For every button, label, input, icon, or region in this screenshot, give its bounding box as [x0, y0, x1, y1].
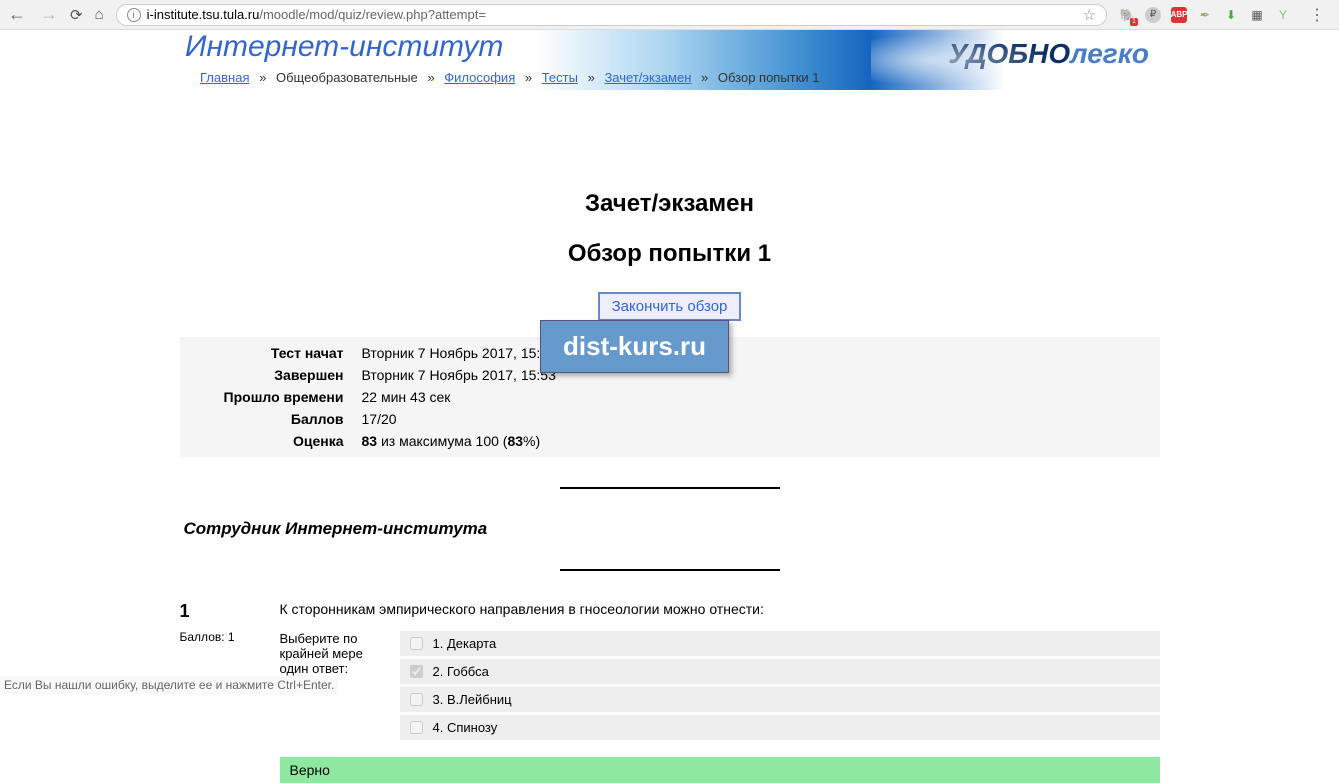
- answer-checkbox[interactable]: [410, 665, 423, 678]
- answer-label: 3. В.Лейбниц: [433, 692, 512, 707]
- evernote-icon[interactable]: 🐘: [1119, 7, 1135, 23]
- answer-option: 1. Декарта: [400, 631, 1160, 656]
- home-button[interactable]: ⌂: [95, 6, 104, 23]
- answer-checkbox[interactable]: [410, 721, 423, 734]
- page-title-2: Обзор попытки 1: [180, 240, 1160, 268]
- y-icon[interactable]: Y: [1275, 7, 1291, 23]
- question-number: 1: [180, 601, 260, 622]
- table-row: Оценка83 из максимума 100 (83%): [182, 431, 1158, 451]
- answer-label: 1. Декарта: [433, 636, 497, 651]
- back-button[interactable]: ←: [8, 4, 26, 25]
- answer-options: 1. Декарта 2. Гоббса 3. В.Лейбниц 4. Спиноз…: [400, 631, 1160, 743]
- page-title-1: Зачет/экзамен: [180, 190, 1160, 218]
- table-row: Прошло времени22 мин 43 сек: [182, 387, 1158, 407]
- address-bar[interactable]: i i-institute.tsu.tula.ru/moodle/mod/qui…: [116, 4, 1107, 26]
- bookmark-icon[interactable]: ☆: [1083, 6, 1096, 24]
- breadcrumb-tests[interactable]: Тесты: [542, 70, 578, 85]
- feather-icon[interactable]: ✒: [1197, 7, 1213, 23]
- answer-option: 3. В.Лейбниц: [400, 687, 1160, 712]
- site-info-icon[interactable]: i: [127, 8, 141, 22]
- ruble-icon[interactable]: ₽: [1145, 7, 1161, 23]
- download-icon[interactable]: ⬇: [1223, 7, 1239, 23]
- answer-checkbox[interactable]: [410, 693, 423, 706]
- watermark: dist-kurs.ru: [540, 320, 729, 373]
- finish-review-button[interactable]: Закончить обзор: [598, 292, 742, 321]
- question-points: Баллов: 1: [180, 630, 260, 644]
- forward-button[interactable]: →: [40, 4, 58, 25]
- browser-toolbar: ← → ⟳ ⌂ i i-institute.tsu.tula.ru/moodle…: [0, 0, 1339, 30]
- breadcrumb-current: Обзор попытки 1: [718, 70, 820, 85]
- table-row: Баллов17/20: [182, 409, 1158, 429]
- reload-button[interactable]: ⟳: [70, 6, 83, 24]
- answer-label: 2. Гоббса: [433, 664, 489, 679]
- logo-right: УДОБНОлегко: [948, 38, 1149, 70]
- page-header: Интернет-институт УДОБНОлегко Главная » …: [0, 30, 1339, 90]
- divider: [560, 569, 780, 571]
- breadcrumb-home[interactable]: Главная: [200, 70, 249, 85]
- section-title: Сотрудник Интернет-института: [184, 519, 1160, 539]
- extension-icons: 🐘 ₽ ABP ✒ ⬇ ▦ Y: [1119, 7, 1291, 23]
- answer-option: 4. Спинозу: [400, 715, 1160, 740]
- divider: [560, 487, 780, 489]
- answer-label: 4. Спинозу: [433, 720, 498, 735]
- question-result: Верно: [280, 757, 1160, 783]
- url-text: i-institute.tsu.tula.ru/moodle/mod/quiz/…: [147, 7, 1077, 22]
- grid-icon[interactable]: ▦: [1249, 7, 1265, 23]
- breadcrumb-course[interactable]: Философия: [444, 70, 515, 85]
- footer-hint: Если Вы нашли ошибку, выделите ее и нажм…: [0, 676, 338, 694]
- answer-option: 2. Гоббса: [400, 659, 1160, 684]
- breadcrumb-item: Общеобразовательные: [276, 70, 418, 85]
- abp-icon[interactable]: ABP: [1171, 7, 1187, 23]
- answer-checkbox[interactable]: [410, 637, 423, 650]
- breadcrumb: Главная » Общеобразовательные » Философи…: [200, 70, 819, 85]
- site-title: Интернет-институт: [185, 30, 503, 64]
- browser-menu[interactable]: ⋮: [1303, 5, 1331, 25]
- breadcrumb-exam[interactable]: Зачет/экзамен: [604, 70, 691, 85]
- question-text: К сторонникам эмпирического направления …: [280, 601, 1160, 617]
